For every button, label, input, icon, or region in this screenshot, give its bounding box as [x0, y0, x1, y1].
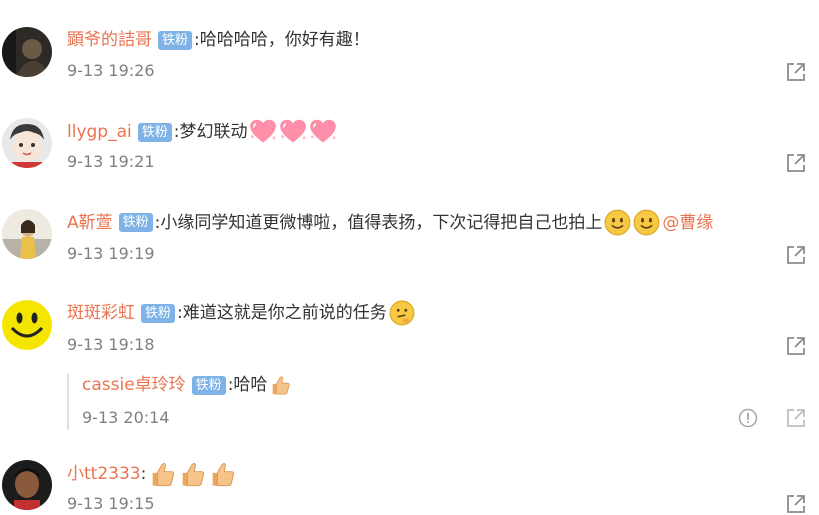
thumbs-up-emoji [212, 463, 235, 487]
comment-text: :哈哈哈哈，你好有趣！ [194, 30, 370, 50]
username-link[interactable]: 斑斑彩虹 [67, 301, 135, 325]
timestamp: 9-13 20:14 [82, 408, 170, 427]
avatar[interactable] [2, 118, 52, 168]
fan-badge[interactable]: 铁粉 [158, 30, 193, 50]
smile-emoji [633, 209, 661, 236]
comment-text: :小缘同学知道更微博啦，值得表扬，下次记得把自己也拍上 [154, 212, 603, 233]
fan-badge[interactable]: 铁粉 [141, 303, 176, 323]
share-icon[interactable] [785, 244, 807, 266]
fan-badge[interactable]: 铁粉 [137, 122, 172, 142]
username-link[interactable]: llygp_ai [67, 120, 132, 144]
fan-badge[interactable]: 铁粉 [118, 213, 153, 232]
share-icon[interactable] [785, 61, 807, 83]
username-link[interactable]: 顕爷的詰哥 [67, 28, 152, 52]
timestamp: 9-13 19:18 [67, 335, 155, 354]
timestamp: 9-13 19:21 [67, 152, 155, 171]
comment-text: :哈哈 [227, 375, 268, 395]
username-link[interactable]: A靳萱 [67, 211, 113, 235]
timestamp: 9-13 19:19 [67, 244, 155, 263]
timestamp: 9-13 19:26 [67, 61, 155, 80]
avatar[interactable] [2, 209, 52, 259]
heart-emoji [279, 118, 308, 144]
share-icon[interactable] [785, 335, 807, 357]
share-icon[interactable] [785, 407, 807, 429]
smile-emoji [604, 209, 632, 236]
share-icon[interactable] [785, 493, 807, 515]
fan-badge[interactable]: 铁粉 [191, 375, 226, 395]
comment-text: :难道这就是你之前说的任务 [177, 303, 387, 323]
thumbs-up-emoji [152, 463, 175, 487]
avatar[interactable] [2, 27, 52, 77]
reply-indicator-bar [67, 374, 69, 430]
avatar[interactable] [2, 460, 52, 510]
username-link[interactable]: 小tt2333 [67, 462, 141, 486]
heart-emoji [249, 118, 278, 144]
thumbs-up-emoji [272, 376, 290, 395]
heart-emoji [309, 118, 338, 144]
comment-text: :梦幻联动 [173, 122, 248, 142]
thumbs-up-emoji [182, 463, 205, 487]
timestamp: 9-13 19:15 [67, 494, 155, 513]
share-icon[interactable] [785, 152, 807, 174]
comment-text: : [140, 464, 147, 484]
username-link[interactable]: cassie卓玲玲 [82, 373, 186, 397]
thinking-emoji [389, 300, 415, 326]
avatar[interactable] [2, 300, 52, 350]
report-icon[interactable] [738, 408, 758, 428]
mention-link[interactable]: @曹缘 [662, 211, 713, 235]
